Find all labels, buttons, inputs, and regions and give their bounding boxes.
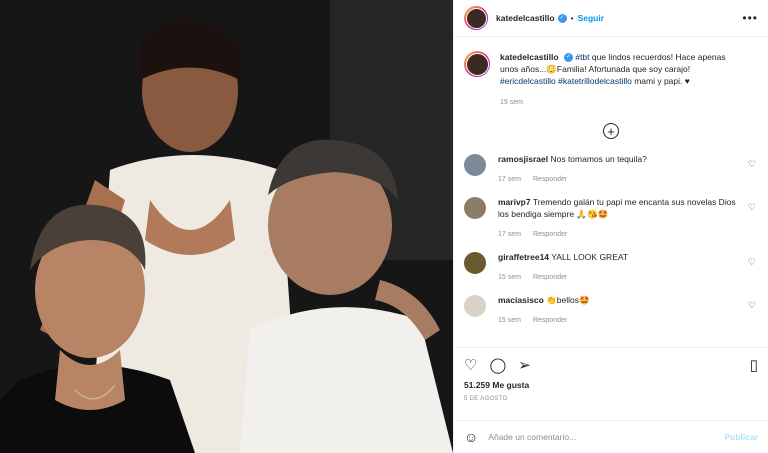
commenter-username[interactable]: giraffetree14: [498, 252, 549, 262]
comment-time[interactable]: 17 sem: [498, 231, 521, 238]
likes-count[interactable]: 51.259 Me gusta: [464, 380, 758, 390]
comment-time[interactable]: 17 sem: [498, 176, 521, 183]
follow-button[interactable]: Seguir: [578, 13, 604, 23]
commenter-username[interactable]: maciasisco: [498, 295, 544, 305]
likes-number: 51.259: [464, 380, 490, 390]
comment-like-heart-icon[interactable]: ♡: [748, 159, 756, 170]
caption-time[interactable]: 19 sem: [500, 97, 740, 109]
comment-text: Nos tomamos un tequila?: [550, 154, 647, 164]
reply-button[interactable]: Responder: [533, 274, 567, 281]
commenter-username[interactable]: ramosjisrael: [498, 154, 548, 164]
heart-icon[interactable]: ♡: [464, 356, 477, 374]
caption-text: mami y papi. ♥: [631, 76, 690, 86]
reply-button[interactable]: Responder: [533, 176, 567, 183]
author-avatar[interactable]: [464, 6, 488, 30]
post-actions: ♡ ◯ ➢ ▯ 51.259 Me gusta 5 DE AGOSTO: [454, 347, 768, 420]
add-comment-bar: ☺ Publicar: [454, 420, 768, 453]
comment-time[interactable]: 15 sem: [498, 274, 521, 281]
commenter-avatar[interactable]: [464, 154, 486, 176]
separator-dot: •: [570, 13, 574, 23]
comment-text: YALL LOOK GREAT: [551, 252, 629, 262]
commenter-avatar[interactable]: [464, 295, 486, 317]
plus-circle-icon[interactable]: +: [603, 123, 619, 139]
comment-input[interactable]: [488, 432, 725, 442]
comment-like-heart-icon[interactable]: ♡: [748, 257, 756, 268]
caption-author-avatar[interactable]: [464, 51, 490, 77]
comment-item: marivp7 Tremendo galán tu papi me encant…: [464, 196, 758, 241]
comment-item: ramosjisrael Nos tomamos un tequila? 17 …: [464, 153, 758, 186]
commenter-avatar[interactable]: [464, 252, 486, 274]
load-more-comments[interactable]: +: [464, 123, 758, 139]
caption-body: katedelcastillo ✓ #tbt que lindos recuer…: [500, 51, 740, 109]
verified-badge-icon: ✓: [557, 13, 567, 23]
commenter-username[interactable]: marivp7: [498, 197, 531, 207]
hashtag-link[interactable]: #ericdelcastillo: [500, 76, 556, 86]
post-side-panel: katedelcastillo ✓ • Seguir ••• katedelca…: [453, 0, 768, 453]
comment-like-heart-icon[interactable]: ♡: [748, 202, 756, 213]
caption-username[interactable]: katedelcastillo: [500, 52, 559, 62]
more-options-icon[interactable]: •••: [742, 11, 758, 25]
comment-text: Tremendo galán tu papi me encanta sus no…: [498, 197, 736, 219]
hashtag-link[interactable]: #katetrillodelcastillo: [558, 76, 632, 86]
comment-item: maciasisco 👏bellos🤩 15 sem Responder ♡: [464, 294, 758, 327]
comments-scroll-area[interactable]: katedelcastillo ✓ #tbt que lindos recuer…: [454, 37, 768, 347]
family-photo-image: [0, 0, 453, 453]
post-header: katedelcastillo ✓ • Seguir •••: [454, 0, 768, 37]
comment-item: giraffetree14 YALL LOOK GREAT 15 sem Resp…: [464, 251, 758, 284]
publish-button[interactable]: Publicar: [724, 432, 758, 442]
hashtag-link[interactable]: #tbt: [575, 52, 589, 62]
verified-badge-icon: ✓: [563, 53, 573, 63]
author-username[interactable]: katedelcastillo: [496, 13, 555, 23]
likes-label: Me gusta: [492, 380, 530, 390]
post-date[interactable]: 5 DE AGOSTO: [464, 396, 758, 402]
comment-time[interactable]: 15 sem: [498, 317, 521, 324]
caption: katedelcastillo ✓ #tbt que lindos recuer…: [464, 51, 758, 109]
share-icon[interactable]: ➢: [518, 356, 531, 374]
reply-button[interactable]: Responder: [533, 317, 567, 324]
bookmark-icon[interactable]: ▯: [750, 356, 758, 374]
comment-text: 👏bellos🤩: [546, 295, 590, 305]
emoji-icon[interactable]: ☺: [464, 429, 478, 445]
comment-like-heart-icon[interactable]: ♡: [748, 300, 756, 311]
post-photo[interactable]: [0, 0, 453, 453]
reply-button[interactable]: Responder: [533, 231, 567, 238]
commenter-avatar[interactable]: [464, 197, 486, 219]
comment-icon[interactable]: ◯: [489, 356, 506, 374]
